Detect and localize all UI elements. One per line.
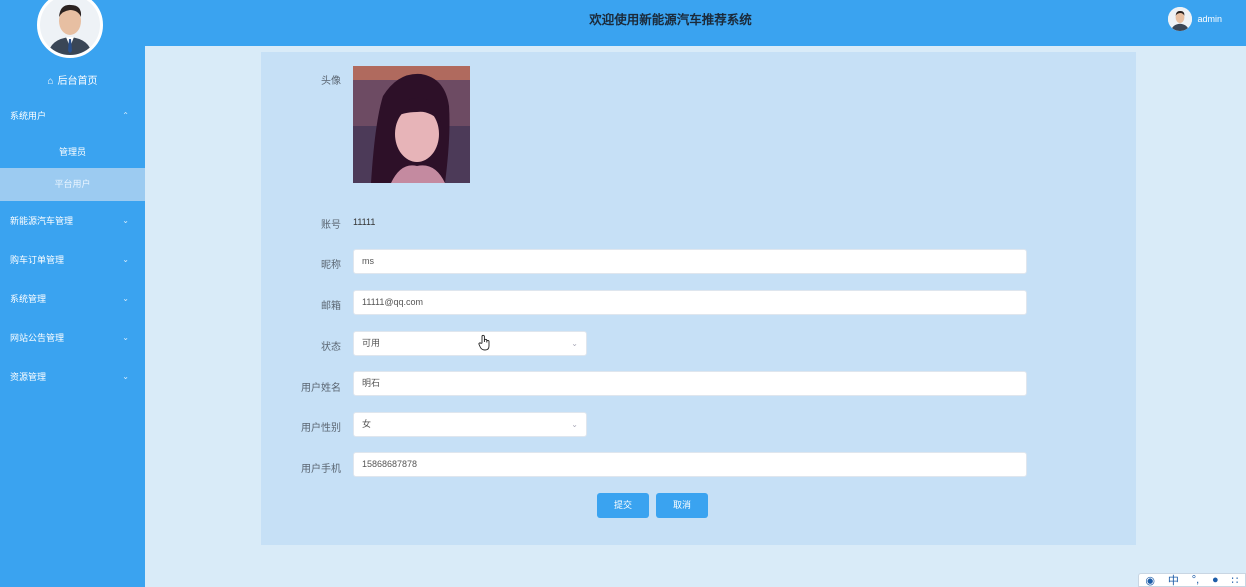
chevron-down-icon: ⌄	[571, 420, 578, 429]
sidebar-item-system-management[interactable]: 系统管理 ⌄	[0, 281, 145, 317]
phone-label: 用户手机	[301, 464, 341, 475]
avatar-label: 头像	[321, 76, 341, 87]
top-header: 欢迎使用新能源汽车推荐系统 admin	[145, 0, 1246, 46]
sidebar-subitem-admin[interactable]: 管理员	[0, 136, 145, 169]
email-label: 邮箱	[321, 301, 341, 312]
nickname-input[interactable]: ms	[353, 249, 1027, 274]
home-label: 后台首页	[57, 76, 98, 87]
user-avatar-icon	[1168, 7, 1193, 31]
gender-value: 女	[362, 419, 372, 429]
realname-label: 用户姓名	[301, 383, 341, 394]
chevron-down-icon: ⌄	[122, 294, 129, 303]
sidebar-item-system-users[interactable]: 系统用户 ⌃	[0, 98, 145, 134]
status-select[interactable]: 可用 ⌄	[353, 331, 587, 356]
realname-input[interactable]: 明石	[353, 371, 1027, 396]
menu-label: 系统用户	[10, 111, 47, 121]
chevron-down-icon: ⌄	[122, 255, 129, 264]
home-icon: ⌂	[47, 76, 54, 87]
ime-mode[interactable]: 中	[1168, 574, 1179, 586]
account-value: 11111	[353, 217, 376, 227]
user-avatar	[1168, 7, 1193, 31]
user-menu[interactable]: admin	[1168, 6, 1222, 32]
chevron-down-icon: ⌄	[122, 216, 129, 225]
sidebar-avatar	[37, 0, 103, 58]
keyboard-icon: ∷	[1231, 574, 1239, 587]
sidebar-subitem-platform-users[interactable]: 平台用户	[0, 168, 145, 201]
gender-label: 用户性别	[301, 423, 341, 434]
status-label: 状态	[321, 342, 341, 353]
subitem-label: 平台用户	[54, 179, 91, 189]
sidebar-item-home[interactable]: ⌂ 后台首页	[0, 72, 145, 87]
status-value: 可用	[362, 338, 381, 348]
profile-photo-icon	[40, 0, 100, 55]
ime-punct-icon: °,	[1191, 574, 1200, 586]
menu-label: 系统管理	[10, 294, 47, 304]
subitem-label: 管理员	[58, 147, 86, 157]
phone-input[interactable]: 15868687878	[353, 452, 1027, 477]
account-label: 账号	[321, 220, 341, 231]
sidebar-item-ev-management[interactable]: 新能源汽车管理 ⌄	[0, 203, 145, 239]
email-input[interactable]: 11111@qq.com	[353, 290, 1027, 315]
cancel-button[interactable]: 取消	[656, 493, 708, 518]
chevron-up-icon: ⌃	[122, 111, 129, 120]
username: admin	[1197, 14, 1222, 24]
gender-select[interactable]: 女 ⌄	[353, 412, 587, 437]
hand-cursor-icon	[478, 334, 490, 351]
menu-label: 网站公告管理	[10, 333, 65, 343]
menu-label: 购车订单管理	[10, 255, 65, 265]
user-photo-image	[353, 66, 470, 183]
chevron-down-icon: ⌄	[122, 333, 129, 342]
menu-label: 资源管理	[10, 372, 47, 382]
sidebar-item-resource-management[interactable]: 资源管理 ⌄	[0, 359, 145, 395]
page-title: 欢迎使用新能源汽车推荐系统	[589, 13, 752, 27]
user-photo[interactable]	[353, 66, 470, 183]
user-edit-form: 头像 账号 11111 昵称 ms 邮箱 11111@qq.com 状态 可用 …	[261, 52, 1136, 545]
menu-label: 新能源汽车管理	[10, 216, 74, 226]
sidebar: ⌂ 后台首页 系统用户 ⌃ 管理员 平台用户 新能源汽车管理 ⌄ 购车订单管理 ⌄…	[0, 0, 145, 587]
chevron-down-icon: ⌄	[571, 339, 578, 348]
nickname-label: 昵称	[321, 260, 341, 271]
sidebar-item-announcement-management[interactable]: 网站公告管理 ⌄	[0, 320, 145, 356]
ime-toolbar[interactable]: ◉ 中 °, ● ∷	[1138, 573, 1246, 587]
microphone-icon: ●	[1212, 574, 1219, 586]
ime-logo-icon: ◉	[1145, 574, 1156, 587]
sidebar-item-order-management[interactable]: 购车订单管理 ⌄	[0, 242, 145, 278]
chevron-down-icon: ⌄	[122, 372, 129, 381]
submit-button[interactable]: 提交	[597, 493, 649, 518]
